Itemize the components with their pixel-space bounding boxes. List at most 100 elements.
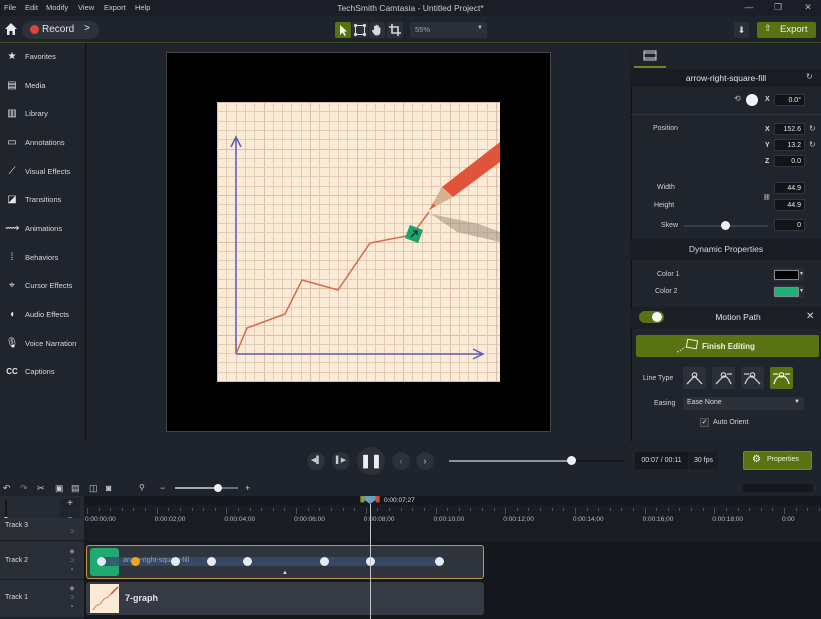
snapshot-icon[interactable]: ◙ — [106, 483, 111, 493]
sidebar-item-media[interactable]: ▤ Media — [0, 76, 86, 96]
skew-slider-knob[interactable] — [721, 221, 730, 230]
lock-icon[interactable]: ▪ — [68, 603, 76, 611]
edit-path-tool-button[interactable] — [352, 22, 368, 38]
ruler-tick — [784, 508, 785, 514]
track-2-header[interactable]: Track 2 ◉ ⊃ ▪ — [0, 542, 84, 580]
reset-position-x-icon[interactable]: ↻ — [809, 124, 816, 133]
magnet-icon[interactable]: ⊃ — [68, 528, 76, 536]
minimize-button[interactable]: — — [742, 2, 756, 12]
track-1-header[interactable]: Track 1 ◉ ⊃ ▪ — [0, 581, 84, 618]
next-marker-button[interactable]: › — [416, 452, 434, 470]
line-type-smooth-button[interactable] — [770, 367, 793, 389]
width-input[interactable]: 44.9 — [774, 182, 805, 194]
select-tool-button[interactable] — [335, 22, 351, 38]
sidebar-item-audio-effects[interactable]: ◖ Audio Effects — [0, 305, 86, 325]
ruler-tick — [772, 508, 774, 511]
visibility-icon[interactable]: ◉ — [68, 585, 76, 593]
expand-animations-icon[interactable]: ▲ — [282, 570, 288, 576]
redo-icon[interactable]: ↷ — [20, 483, 28, 494]
chevron-down-icon: ▼ — [799, 271, 804, 277]
line-type-curve-end-button[interactable] — [741, 367, 764, 389]
track-3-lane[interactable] — [84, 526, 821, 541]
download-button[interactable]: ⬇ — [734, 22, 749, 38]
position-z-input[interactable]: 0.0 — [774, 155, 805, 167]
position-y-input[interactable]: 13.2 — [774, 139, 805, 151]
keyframe[interactable] — [320, 557, 329, 566]
tab-visual-properties[interactable] — [634, 45, 666, 68]
close-button[interactable]: ✕ — [801, 2, 815, 13]
record-more-icon[interactable]: > — [84, 23, 90, 34]
auto-orient-checkbox[interactable]: ✓ — [700, 418, 709, 427]
timeline-scrollbar[interactable] — [743, 484, 813, 492]
sidebar-item-animations[interactable]: ⟿ Animations — [0, 219, 86, 239]
pan-tool-button[interactable] — [369, 22, 385, 38]
undo-icon[interactable]: ↶ — [3, 483, 11, 494]
cut-icon[interactable]: ✂ — [37, 483, 45, 494]
scrubber-progress — [449, 460, 572, 462]
skew-input[interactable]: 0 — [774, 219, 805, 231]
sidebar-item-cursor-effects[interactable]: ⌖ Cursor Effects — [0, 276, 86, 296]
keyframe[interactable] — [207, 557, 216, 566]
copy-icon[interactable]: ▣ — [55, 483, 64, 494]
paste-icon[interactable]: ▤ — [71, 483, 80, 494]
sidebar-item-favorites[interactable]: ★ Favorites — [0, 47, 86, 67]
step-forward-button[interactable]: ▌▶ — [332, 452, 350, 470]
add-track-button[interactable]: + — [60, 498, 80, 510]
chevron-left-icon: ‹ — [399, 456, 403, 466]
sidebar-item-visual-effects[interactable]: ⟋ Visual Effects — [0, 162, 86, 182]
reset-all-icon[interactable]: ↻ — [806, 72, 813, 81]
visibility-icon[interactable]: ◉ — [68, 548, 76, 556]
keyframe-selected[interactable] — [131, 557, 140, 566]
rotation-x-input[interactable]: 0.0° — [774, 94, 805, 106]
film-icon — [643, 50, 657, 61]
record-label: Record — [42, 24, 75, 35]
rotation-axis-label: X — [765, 96, 770, 103]
previous-marker-button[interactable]: ‹ — [392, 452, 410, 470]
playhead[interactable] — [358, 496, 382, 504]
aspect-lock-icon[interactable]: ⛓ — [763, 194, 771, 201]
ruler-tick — [121, 508, 123, 511]
step-back-button[interactable]: ◀▌ — [307, 452, 325, 470]
line-type-angle-button[interactable] — [683, 367, 706, 389]
zoom-out-button[interactable]: − — [160, 483, 165, 493]
auto-orient-label: Auto Orient — [713, 419, 749, 426]
ruler-tick-label: 0:00:06;00 — [294, 516, 325, 523]
pause-button[interactable]: ❚❚ — [357, 447, 385, 475]
y-axis-arrow — [230, 135, 242, 354]
track-3-header[interactable]: Track 3 ⊃ — [0, 518, 84, 541]
ruler-tick — [412, 508, 414, 511]
keyframe[interactable] — [171, 557, 180, 566]
rotate-3d-icon[interactable]: ⟲ — [734, 94, 741, 103]
keyframe[interactable] — [243, 557, 252, 566]
keyframe[interactable] — [97, 557, 106, 566]
crop-tool-button[interactable] — [387, 22, 403, 38]
window-title: TechSmith Camtasia - Untitled Project* — [337, 3, 484, 13]
scrubber-knob[interactable] — [567, 456, 576, 465]
zoom-in-button[interactable]: + — [245, 483, 250, 493]
color1-swatch — [774, 270, 799, 280]
sidebar-item-label: Voice Narration — [25, 339, 77, 348]
magnet-icon[interactable]: ⊃ — [68, 594, 76, 602]
remove-motion-path-icon[interactable]: ✕ — [806, 311, 814, 322]
sidebar-item-annotations[interactable]: ▭ Annotations — [0, 133, 86, 153]
sidebar-item-behaviors[interactable]: ⁞ Behaviors — [0, 248, 86, 268]
sidebar-item-library[interactable]: ▥ Library — [0, 104, 86, 124]
sidebar-item-voice-narration[interactable]: 🎙 Voice Narration — [0, 334, 86, 354]
restore-button[interactable]: ❐ — [771, 2, 785, 13]
dynamic-properties-title: Dynamic Properties — [688, 244, 764, 254]
keyframe[interactable] — [435, 557, 444, 566]
split-icon[interactable]: ◫ — [89, 483, 98, 494]
reset-position-y-icon[interactable]: ↻ — [809, 140, 816, 149]
home-icon[interactable] — [4, 22, 18, 36]
height-input[interactable]: 44.9 — [774, 199, 805, 211]
fps-display: 30 fps — [689, 452, 718, 469]
graph-paper-media[interactable] — [217, 102, 500, 382]
rotation-dial[interactable] — [746, 94, 758, 106]
sidebar-item-transitions[interactable]: ◪ Transitions — [0, 190, 86, 210]
sidebar-item-captions[interactable]: CC Captions — [0, 362, 86, 382]
magnet-icon[interactable]: ⊃ — [68, 557, 76, 565]
position-x-input[interactable]: 152.6 — [774, 123, 805, 135]
line-type-curve-start-button[interactable] — [712, 367, 735, 389]
timeline-zoom-knob[interactable] — [214, 484, 222, 492]
lock-icon[interactable]: ▪ — [68, 566, 76, 574]
